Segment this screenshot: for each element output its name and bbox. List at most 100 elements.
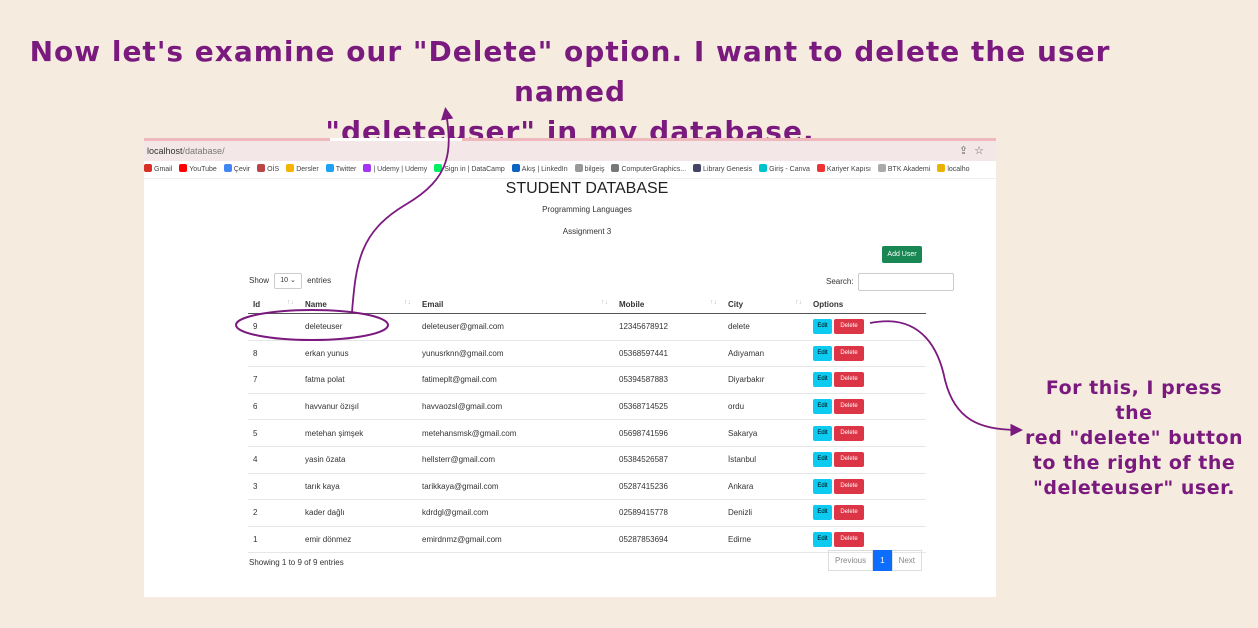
column-header-email[interactable]: Email ↑↓: [417, 295, 614, 314]
table-row: 1 emir dönmez emirdnmz@gmail.com 0528785369…: [248, 526, 926, 554]
edit-button[interactable]: Edit: [813, 505, 832, 521]
bookmark-item[interactable]: BTK Akademi: [877, 161, 930, 178]
sort-icon: ↑↓: [710, 299, 717, 306]
cell-name: tarık kaya: [300, 473, 417, 501]
cell-id: 1: [248, 526, 300, 554]
table-row: 5 metehan şimşek metehansmsk@gmail.com 0569…: [248, 419, 926, 447]
annotation-headline: Now let's examine our "Delete" option. I…: [0, 32, 1140, 152]
search-input[interactable]: [857, 273, 954, 291]
cell-name: deleteuser: [300, 313, 417, 341]
assignment-label: Assignment 3: [562, 227, 612, 236]
bookmark-item[interactable]: OİS: [257, 161, 279, 178]
bookmark-item[interactable]: Library Genesis: [693, 161, 752, 178]
table-row: 7 fatma polat fatimeplt@gmail.com 053945878…: [248, 366, 926, 394]
url-text[interactable]: localhost/database/: [147, 141, 225, 161]
bookmark-item[interactable]: Giriş - Canva: [759, 161, 810, 178]
bookmark-label: YouTube: [189, 166, 217, 173]
bookmark-label: Dersler: [296, 166, 319, 173]
add-user-button[interactable]: Add User: [882, 246, 922, 263]
bookmark-item[interactable]: Kariyer Kapısı: [816, 161, 871, 178]
delete-button[interactable]: Delete: [834, 372, 864, 388]
bookmark-item[interactable]: YouTube: [179, 161, 217, 178]
delete-button[interactable]: Delete: [834, 478, 864, 494]
canva-icon: [759, 164, 768, 172]
cell-mobile: 05394587883: [614, 366, 723, 394]
previous-page-button[interactable]: Previous: [828, 550, 874, 571]
graphics-icon: [611, 164, 620, 172]
bookmark-item[interactable]: Dersler: [286, 161, 319, 178]
edit-button[interactable]: Edit: [813, 478, 832, 494]
page-subtitle: Programming Languages: [542, 205, 632, 214]
bookmark-item[interactable]: bilgeiş: [574, 161, 604, 178]
share-icon[interactable]: ⇪: [959, 145, 974, 157]
table-row: 8 erkan yunus yunusrknn@gmail.com 053685974…: [248, 340, 926, 368]
pagination: Previous 1 Next: [828, 550, 923, 571]
cell-email: emirdnmz@gmail.com: [417, 526, 614, 554]
edit-button[interactable]: Edit: [813, 425, 832, 441]
table-row: 2 kader dağlı kdrdgl@gmail.com 02589415778 D…: [248, 499, 926, 527]
address-bar[interactable]: localhost/database/ ⇪☆: [144, 141, 996, 161]
cell-options: Edit Delete: [808, 499, 926, 527]
cell-email: havvaozsl@gmail.com: [417, 393, 614, 421]
delete-button[interactable]: Delete: [834, 319, 864, 335]
entries-select[interactable]: 10 ⌄: [274, 273, 302, 289]
cell-options: Edit Delete: [808, 340, 926, 368]
next-page-button[interactable]: Next: [891, 550, 923, 571]
address-bar-icons: ⇪☆: [959, 141, 990, 161]
bookmark-item[interactable]: ComputerGraphics...: [611, 161, 686, 178]
show-label: Show: [249, 276, 270, 286]
column-header-mobile[interactable]: Mobile ↑↓: [614, 295, 723, 314]
cell-id: 5: [248, 419, 300, 447]
delete-button[interactable]: Delete: [834, 399, 864, 415]
bilgeis-icon: [574, 164, 583, 172]
delete-button[interactable]: Delete: [834, 345, 864, 361]
edit-button[interactable]: Edit: [813, 532, 832, 548]
kariyer-icon: [816, 164, 825, 172]
cell-city: Denizli: [723, 499, 808, 527]
bookmark-item[interactable]: Gmail: [144, 161, 172, 178]
star-icon[interactable]: ☆: [974, 145, 990, 157]
cell-options: Edit Delete: [808, 446, 926, 474]
cell-mobile: 05368597441: [614, 340, 723, 368]
delete-button[interactable]: Delete: [834, 532, 864, 548]
cell-city: Ankara: [723, 473, 808, 501]
column-header-name[interactable]: Name ↑↓: [300, 295, 417, 314]
cell-options: Edit Delete: [808, 473, 926, 501]
page-1-button[interactable]: 1: [873, 550, 892, 571]
edit-button[interactable]: Edit: [813, 452, 832, 468]
bookmark-item[interactable]: Akış | LinkedIn: [511, 161, 568, 178]
cell-options: Edit Delete: [808, 419, 926, 447]
side-note-line: to the right of the: [1032, 452, 1236, 474]
table-row: 6 havvanur özışıl havvaozsl@gmail.com 05368…: [248, 393, 926, 421]
cell-email: tarikkaya@gmail.com: [417, 473, 614, 501]
cell-email: metehansmsk@gmail.com: [417, 419, 614, 447]
bookmark-label: Gmail: [154, 166, 173, 173]
cell-email: yunusrknn@gmail.com: [417, 340, 614, 368]
browser-screenshot: localhost/database/ ⇪☆ Gmail YouTube Çevir…: [144, 138, 996, 597]
side-note-line: "deleteuser" user.: [1033, 477, 1235, 499]
annotation-side-note: For this, I press the red "delete" butto…: [1024, 376, 1244, 501]
cell-id: 8: [248, 340, 300, 368]
cell-city: delete: [723, 313, 808, 341]
bookmark-item[interactable]: Çevir: [223, 161, 250, 178]
edit-button[interactable]: Edit: [813, 399, 832, 415]
bookmark-item[interactable]: Twitter: [325, 161, 356, 178]
cell-email: kdrdgl@gmail.com: [417, 499, 614, 527]
delete-button[interactable]: Delete: [834, 425, 864, 441]
bookmark-label: Kariyer Kapısı: [826, 166, 871, 173]
column-header-city[interactable]: City ↑↓: [723, 295, 808, 314]
sort-icon: ↑↓: [601, 299, 608, 306]
column-header-id[interactable]: Id ↑↓: [248, 295, 300, 314]
edit-button[interactable]: Edit: [813, 372, 832, 388]
bookmark-item[interactable]: Sign in | DataCamp: [434, 161, 505, 178]
table-row: 9 deleteuser deleteuser@gmail.com 123456789…: [248, 313, 926, 341]
chevron-down-icon: ⌄: [290, 277, 296, 284]
search-control: Search:: [826, 273, 954, 291]
bookmark-item[interactable]: localho: [937, 161, 970, 178]
delete-button[interactable]: Delete: [834, 505, 864, 521]
delete-button[interactable]: Delete: [834, 452, 864, 468]
bookmark-item[interactable]: | Udemy | Udemy: [363, 161, 427, 178]
edit-button[interactable]: Edit: [813, 319, 832, 335]
cell-options: Edit Delete: [808, 366, 926, 394]
edit-button[interactable]: Edit: [813, 345, 832, 361]
